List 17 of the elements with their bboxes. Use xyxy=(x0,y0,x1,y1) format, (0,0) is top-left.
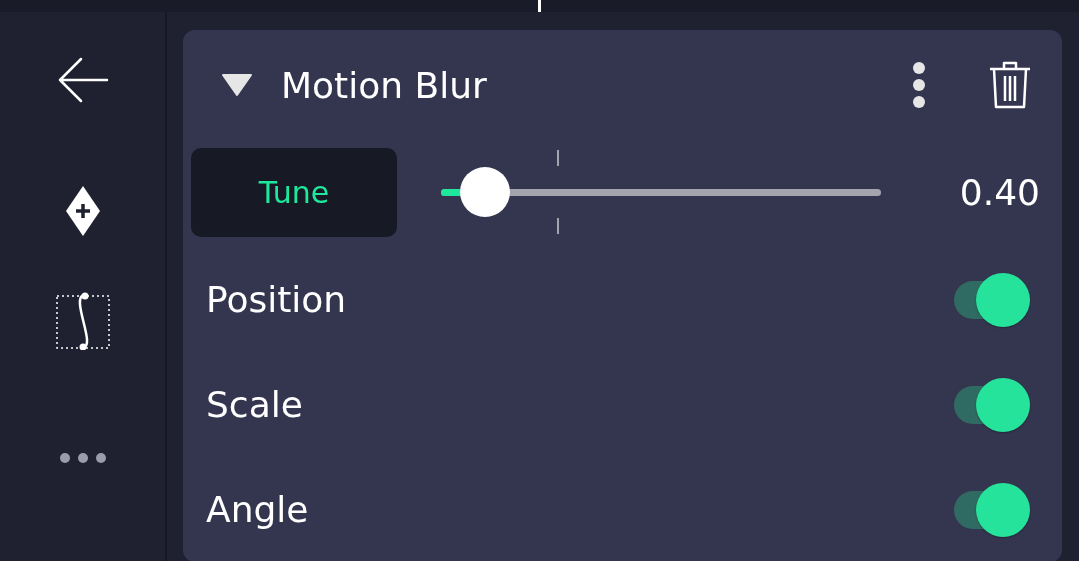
tune-button[interactable]: Tune xyxy=(191,147,397,237)
kebab-menu-icon[interactable] xyxy=(912,62,926,108)
option-label: Angle xyxy=(206,489,310,530)
center-tick xyxy=(557,218,559,234)
collapse-triangle-icon[interactable] xyxy=(221,73,253,97)
easing-curve-icon[interactable] xyxy=(54,292,111,350)
option-label: Position xyxy=(206,279,348,320)
slider-value: 0.40 xyxy=(959,171,1040,213)
add-keyframe-icon[interactable] xyxy=(64,185,101,237)
trash-icon[interactable] xyxy=(988,59,1032,111)
playhead-marker xyxy=(538,0,541,12)
option-label: Scale xyxy=(206,384,304,425)
back-icon[interactable] xyxy=(56,57,109,103)
more-icon[interactable] xyxy=(58,452,107,464)
center-tick xyxy=(557,150,559,166)
effect-title: Motion Blur xyxy=(281,64,488,106)
slider-thumb[interactable] xyxy=(460,167,510,217)
